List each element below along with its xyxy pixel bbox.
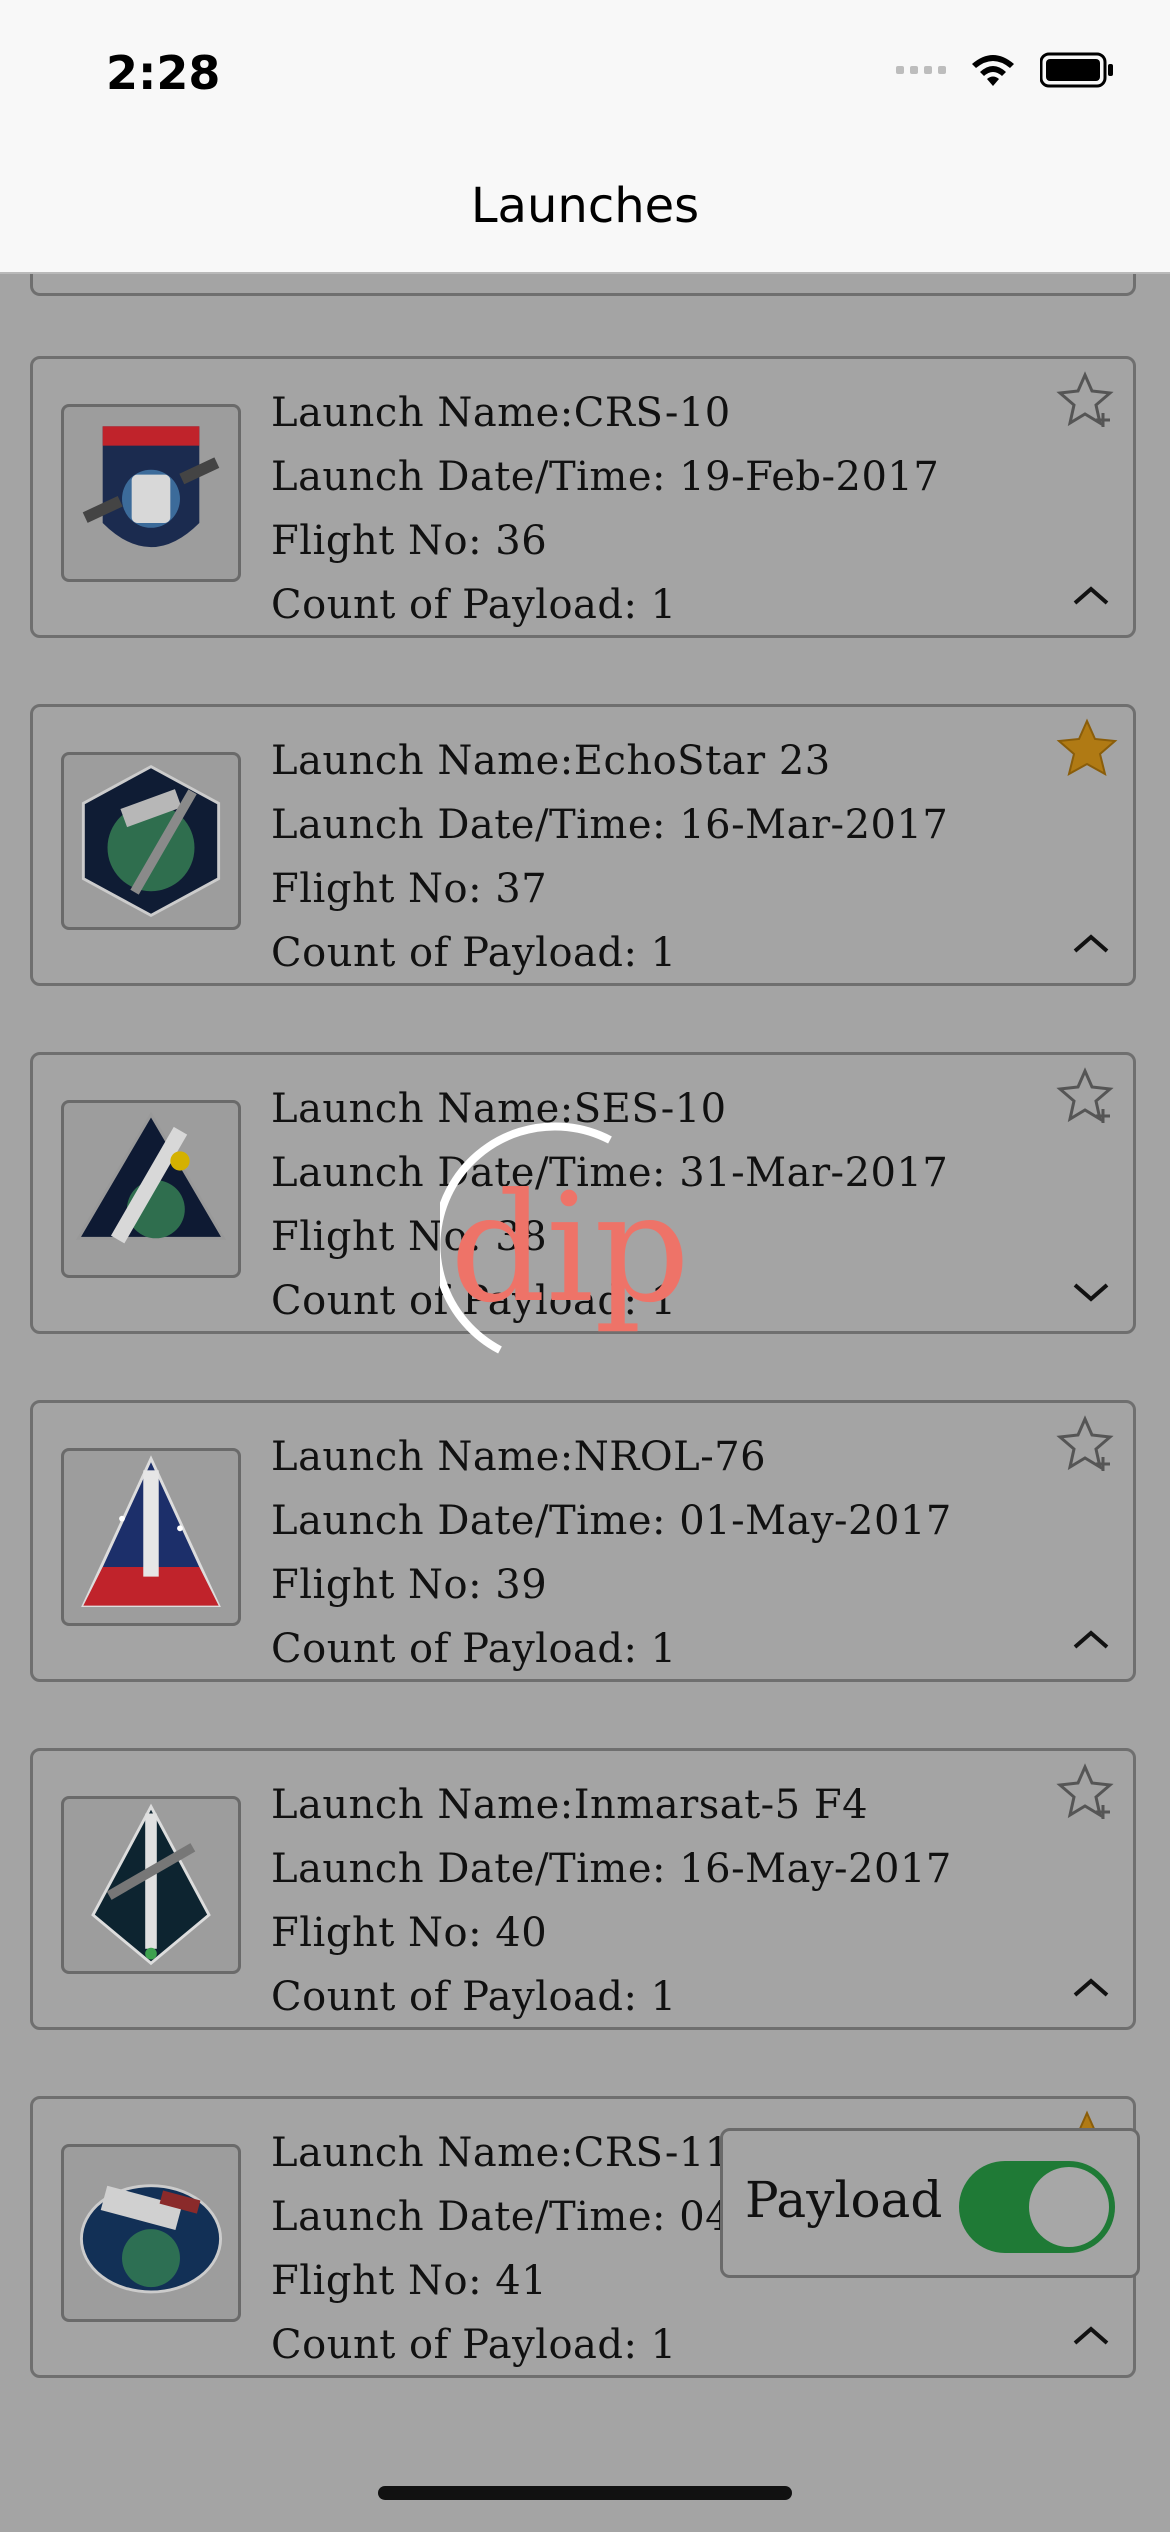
launch-date: Launch Date/Time: 04-J xyxy=(271,2194,762,2240)
status-time: 2:28 xyxy=(106,46,221,100)
echostar-23-patch-icon xyxy=(81,764,221,918)
favorite-add-icon[interactable] xyxy=(1055,369,1119,433)
payload-count: Count of Payload: 1 xyxy=(271,582,677,628)
launch-name: Launch Name:Inmarsat-5 F4 xyxy=(271,1782,869,1828)
mission-patch-image xyxy=(61,1100,241,1278)
chevron-up-icon[interactable] xyxy=(1071,1627,1111,1651)
launch-name: Launch Name:CRS-10 xyxy=(271,390,731,436)
mission-patch-image xyxy=(61,752,241,930)
flight-number: Flight No: 40 xyxy=(271,1910,548,1956)
loading-spinner: dip xyxy=(440,1120,700,1380)
favorite-filled-icon[interactable] xyxy=(1055,717,1119,781)
ses-10-patch-icon xyxy=(75,1111,227,1244)
launch-card[interactable]: Launch Name:Inmarsat-5 F4 Launch Date/Ti… xyxy=(30,1748,1136,2030)
launch-card[interactable]: Launch Name:CRS-10 Launch Date/Time: 19-… xyxy=(30,356,1136,638)
chevron-up-icon[interactable] xyxy=(1071,931,1111,955)
payload-filter[interactable]: Payload xyxy=(720,2128,1140,2278)
flight-number: Flight No: 41 xyxy=(271,2258,548,2304)
mission-patch-image xyxy=(61,2144,241,2322)
toggle-knob xyxy=(1029,2167,1109,2247)
launch-date: Launch Date/Time: 16-May-2017 xyxy=(271,1846,952,1892)
mission-patch-image xyxy=(61,404,241,582)
chevron-up-icon[interactable] xyxy=(1071,583,1111,607)
chevron-up-icon[interactable] xyxy=(1071,2323,1111,2347)
payload-count: Count of Payload: 1 xyxy=(271,930,677,976)
launch-card[interactable]: Launch Name:NROL-76 Launch Date/Time: 01… xyxy=(30,1400,1136,1682)
mission-patch-image xyxy=(61,1448,241,1626)
launch-name: Launch Name:NROL-76 xyxy=(271,1434,767,1480)
dip-logo-icon: dip xyxy=(440,1122,690,1354)
navigation-bar: 2:28 Launches xyxy=(0,0,1170,274)
launch-name: Launch Name:CRS-11 xyxy=(271,2130,731,2176)
status-icons xyxy=(896,52,1114,88)
favorite-add-icon[interactable] xyxy=(1055,1761,1119,1825)
flight-number: Flight No: 36 xyxy=(271,518,548,564)
launch-card[interactable]: Launch Name:EchoStar 23 Launch Date/Time… xyxy=(30,704,1136,986)
wifi-icon xyxy=(968,52,1018,88)
flight-number: Flight No: 39 xyxy=(271,1562,548,1608)
home-indicator xyxy=(378,2486,792,2500)
chevron-down-icon[interactable] xyxy=(1071,1279,1111,1303)
flight-number: Flight No: 37 xyxy=(271,866,548,912)
payload-filter-label: Payload xyxy=(745,2171,943,2229)
launch-date: Launch Date/Time: 16-Mar-2017 xyxy=(271,802,949,848)
payload-count: Count of Payload: 1 xyxy=(271,1626,677,1672)
inmarsat-patch-icon xyxy=(91,1803,211,1966)
page-title: Launches xyxy=(470,178,700,234)
cellular-signal-icon xyxy=(896,66,946,74)
mission-patch-image xyxy=(61,1796,241,1974)
payload-count: Count of Payload: 1 xyxy=(271,2322,677,2368)
launch-date: Launch Date/Time: 19-Feb-2017 xyxy=(271,454,940,500)
nrol-76-patch-icon xyxy=(81,1455,221,1608)
crs-11-patch-icon xyxy=(79,2184,223,2294)
launch-date: Launch Date/Time: 01-May-2017 xyxy=(271,1498,952,1544)
spinner-logo-text: dip xyxy=(450,1162,690,1336)
chevron-up-icon[interactable] xyxy=(1071,1975,1111,1999)
payload-count: Count of Payload: 1 xyxy=(271,1974,677,2020)
payload-toggle-switch[interactable] xyxy=(959,2161,1115,2253)
favorite-add-icon[interactable] xyxy=(1055,1413,1119,1477)
favorite-add-icon[interactable] xyxy=(1055,1065,1119,1129)
launch-name: Launch Name:EchoStar 23 xyxy=(271,738,831,784)
crs-10-patch-icon xyxy=(82,426,220,548)
battery-icon xyxy=(1040,52,1114,88)
